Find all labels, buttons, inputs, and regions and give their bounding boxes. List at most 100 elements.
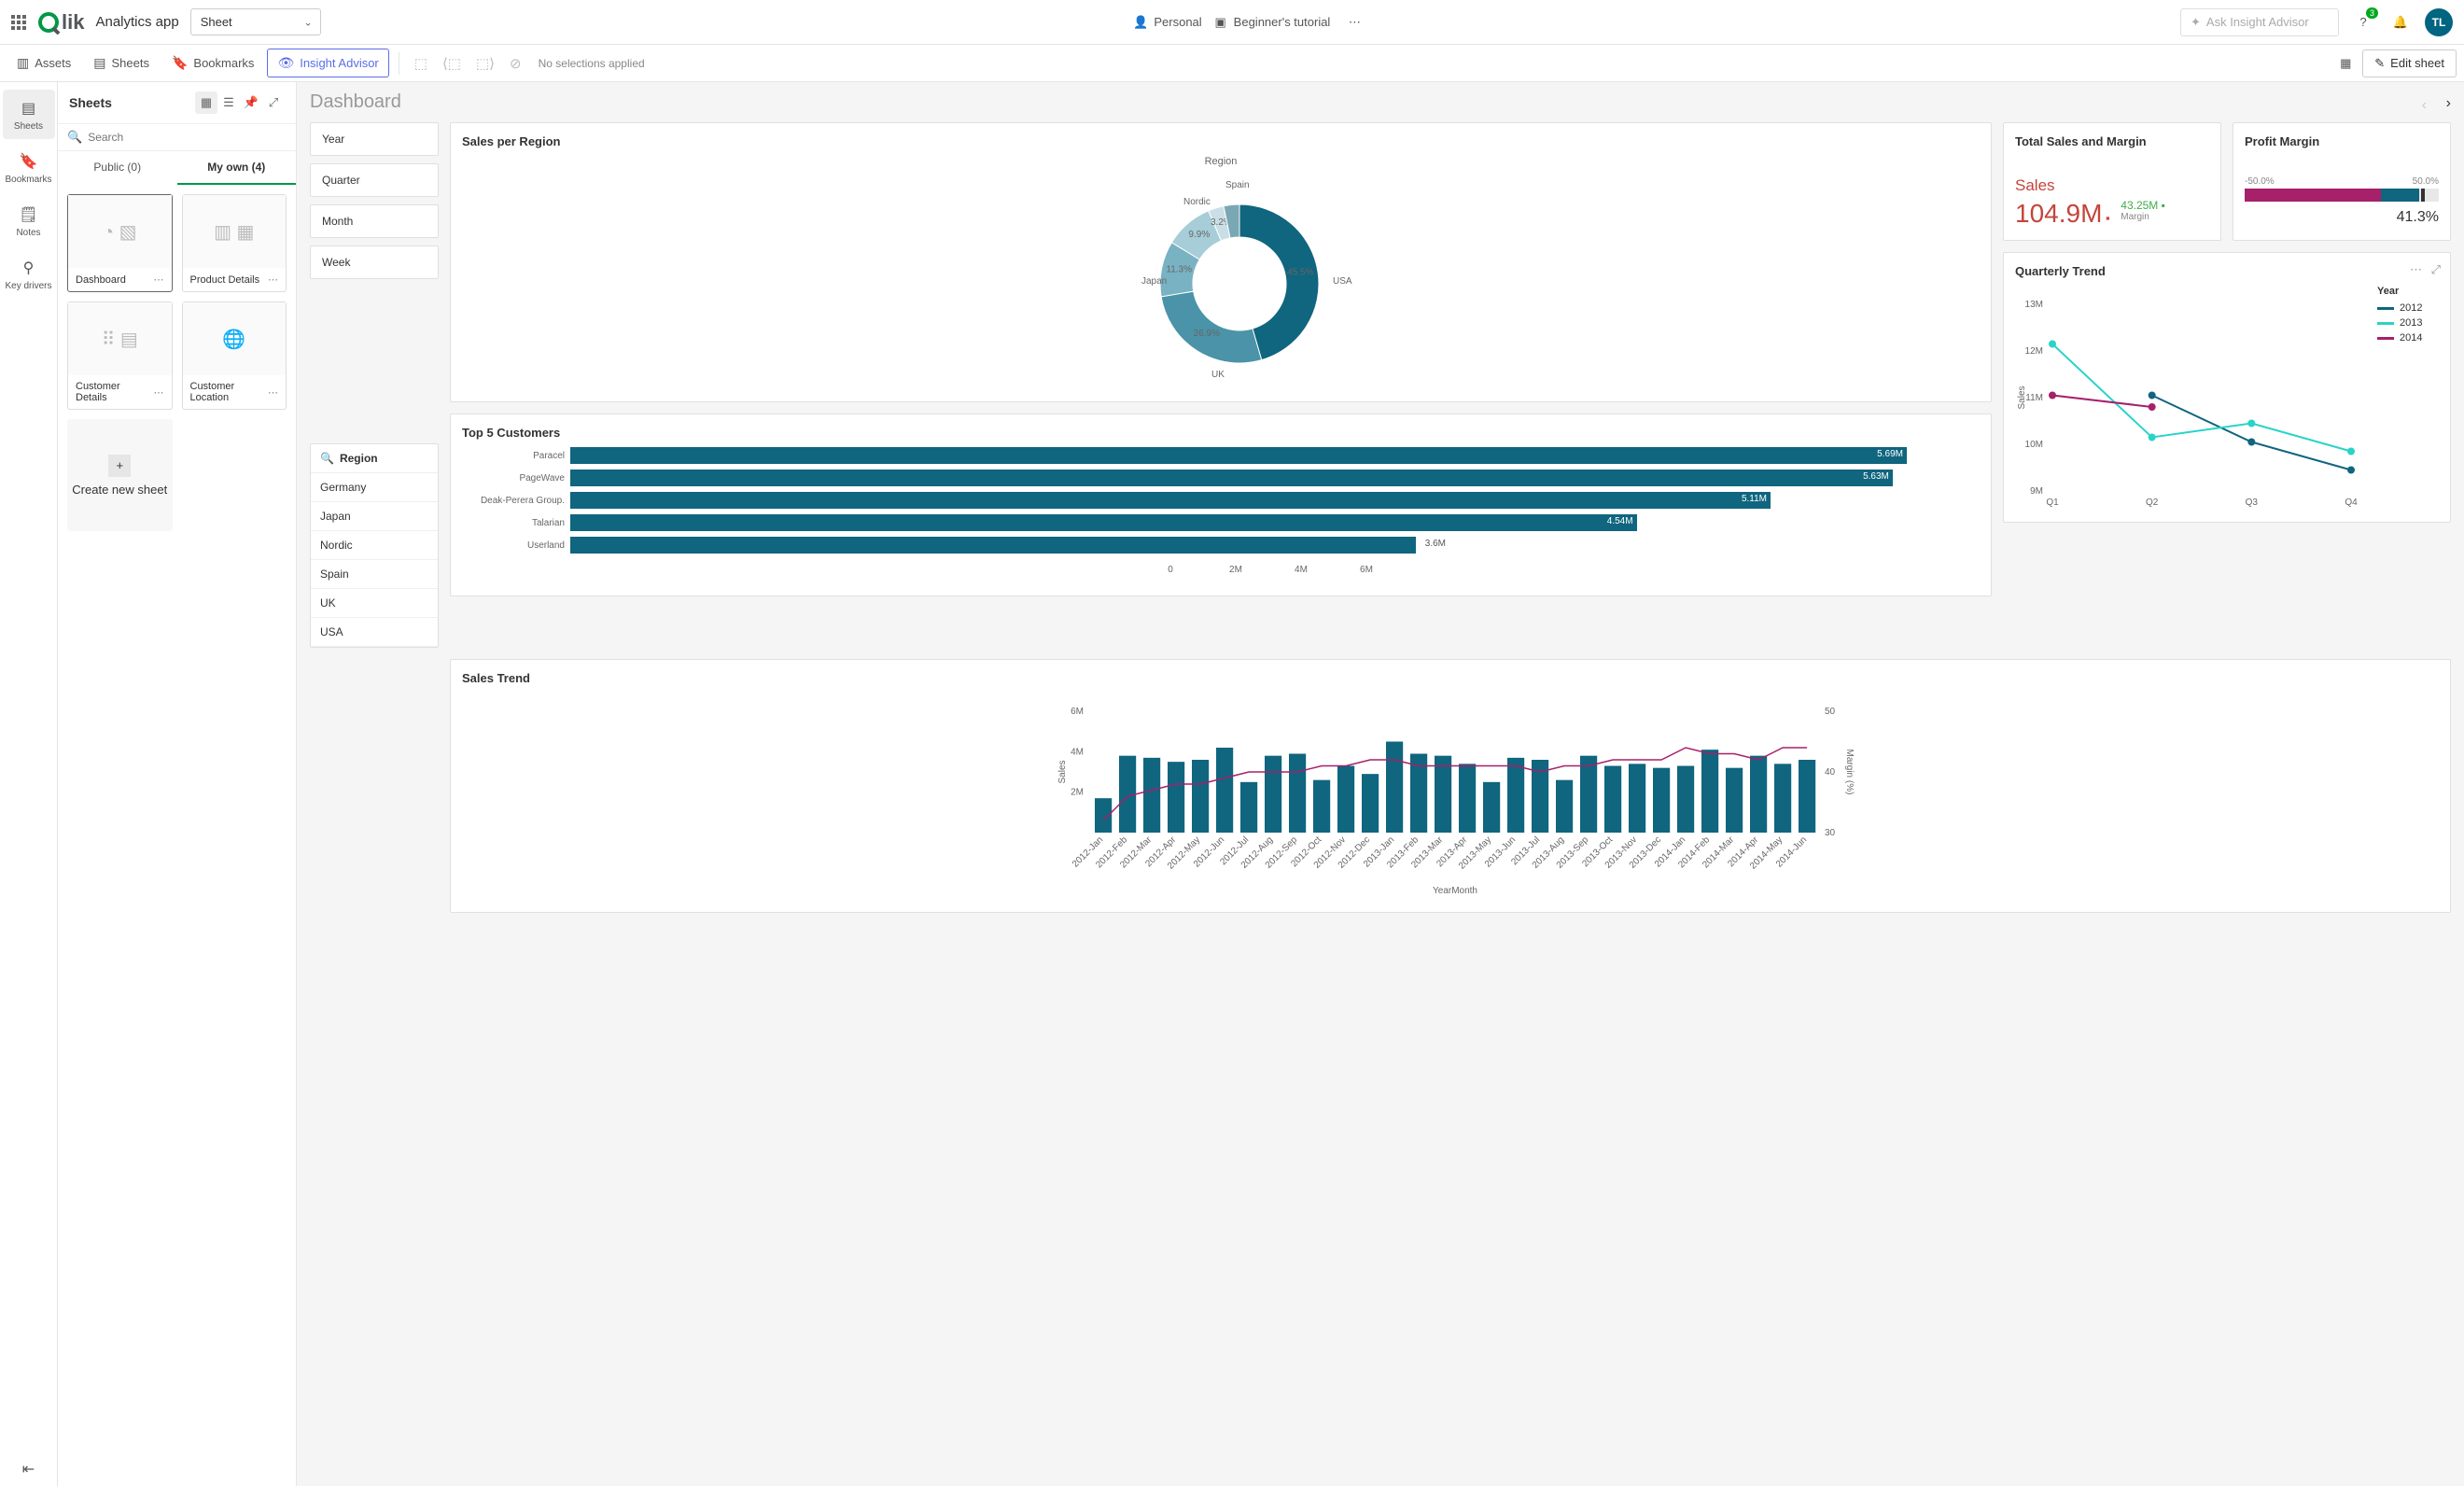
assets-tab[interactable]: ▥ Assets [7, 49, 80, 77]
thumb-preview: 🌐 [183, 302, 287, 375]
personal-button[interactable]: 👤 Personal [1133, 15, 1201, 30]
sheets-search[interactable]: 🔍 [58, 124, 296, 151]
region-item[interactable]: UK [311, 589, 438, 618]
svg-text:Q2: Q2 [2146, 498, 2159, 508]
thumb-dashboard[interactable]: ◔ ▧ Dashboard⋯ [67, 194, 173, 292]
sales-per-region-chart[interactable]: Sales per Region Region 45.5%26.9%11.3%9… [450, 122, 1992, 402]
week-filter[interactable]: Week [310, 245, 439, 279]
region-item[interactable]: Nordic [311, 531, 438, 560]
thumb-menu-icon[interactable]: ⋯ [154, 386, 164, 399]
assets-icon: ▥ [17, 55, 29, 71]
view-grid-icon[interactable]: ▦ [195, 91, 217, 114]
sales-trend-chart[interactable]: Sales Trend 2M4M6M3040502012-Jan2012-Feb… [450, 659, 2451, 913]
help-badge: 3 [2366, 7, 2378, 19]
tutorial-link[interactable]: ▣ Beginner's tutorial [1213, 15, 1331, 30]
collapse-rail-icon[interactable]: ⇤ [3, 1451, 55, 1486]
tab-my-own[interactable]: My own (4) [177, 151, 297, 185]
quarterly-trend-chart[interactable]: Quarterly Trend ⤢ ⋯ 9M10M11M12M13MQ1Q2Q3… [2003, 252, 2451, 523]
ask-insight-input[interactable]: ✦ Ask Insight Advisor [2180, 8, 2339, 36]
quarter-filter[interactable]: Quarter [310, 163, 439, 197]
thumb-menu-icon[interactable]: ⋯ [268, 386, 278, 399]
rail-bookmarks[interactable]: 🔖Bookmarks [3, 143, 55, 192]
step-forward-icon[interactable]: ⬚⟩ [470, 51, 500, 76]
sheets-tab[interactable]: ▤Sheets [84, 49, 159, 77]
thumb-product-details[interactable]: ▥ ▦ Product Details⋯ [182, 194, 287, 292]
app-launcher-icon[interactable] [11, 15, 26, 30]
month-filter[interactable]: Month [310, 204, 439, 238]
thumb-label: Product Details [190, 274, 269, 286]
chart-title: Quarterly Trend [2015, 264, 2439, 278]
app-name: Analytics app [95, 14, 178, 30]
create-sheet-button[interactable]: + Create new sheet [67, 419, 173, 531]
region-item[interactable]: Japan [311, 502, 438, 531]
pin-icon[interactable]: 📌 [240, 91, 262, 114]
kpi-value: 104.9M [2015, 199, 2102, 228]
chart-title: Total Sales and Margin [2015, 134, 2209, 148]
year-filter[interactable]: Year [310, 122, 439, 156]
view-list-icon[interactable]: ☰ [217, 91, 240, 114]
step-back-icon[interactable]: ⟨⬚ [437, 51, 467, 76]
svg-text:10M: 10M [2025, 440, 2043, 450]
svg-text:Sales: Sales [1057, 760, 1068, 783]
sheet-selector[interactable]: Sheet ⌄ [190, 8, 321, 35]
selection-tool-icon[interactable]: ⬚ [409, 51, 433, 76]
chart-legend-title: Region [462, 156, 1980, 167]
region-item[interactable]: Germany [311, 473, 438, 502]
create-sheet-label: Create new sheet [72, 483, 167, 497]
kpi-margin-label: Margin [2121, 212, 2165, 222]
svg-text:40: 40 [1825, 767, 1836, 778]
total-sales-margin-kpi[interactable]: Total Sales and Margin Sales 104.9M ▪ 43… [2003, 122, 2221, 241]
svg-text:45.5%: 45.5% [1287, 268, 1313, 278]
bell-icon[interactable]: 🔔 [2387, 9, 2414, 35]
bookmarks-tab[interactable]: 🔖Bookmarks [162, 49, 263, 77]
layout-icon[interactable]: ▦ [2332, 50, 2359, 77]
next-sheet-icon[interactable]: › [2446, 95, 2451, 112]
prev-sheet-icon[interactable]: ‹ [2422, 97, 2427, 114]
region-item[interactable]: USA [311, 618, 438, 647]
legend-title: Year [2377, 286, 2422, 297]
chart-menu-icon[interactable]: ⋯ [2410, 262, 2422, 277]
user-avatar[interactable]: TL [2425, 8, 2453, 36]
key-icon: ⚲ [23, 259, 35, 277]
svg-text:Q1: Q1 [2046, 498, 2059, 508]
assets-label: Assets [35, 56, 71, 70]
top5-customers-chart[interactable]: Top 5 Customers Paracel5.69MPageWave5.63… [450, 414, 1992, 596]
clear-selection-icon[interactable]: ⊘ [504, 51, 527, 76]
svg-text:4M: 4M [1071, 747, 1084, 757]
qlik-logo[interactable]: lik [37, 10, 84, 35]
thumb-menu-icon[interactable]: ⋯ [154, 273, 164, 286]
rail-sheets[interactable]: ▤Sheets [3, 90, 55, 139]
sheets-label: Sheets [111, 56, 148, 70]
expand-icon[interactable]: ⤢ [262, 91, 285, 114]
rail-notes[interactable]: 🗒Notes [3, 196, 55, 245]
profit-margin-chart[interactable]: Profit Margin -50.0% 50.0% 41.3% [2233, 122, 2451, 241]
rail-notes-label: Notes [16, 228, 40, 238]
thumb-menu-icon[interactable]: ⋯ [268, 273, 278, 286]
insight-advisor-tab[interactable]: 👁Insight Advisor [267, 49, 388, 77]
expand-icon[interactable]: ⤢ [2431, 262, 2441, 277]
help-icon[interactable]: ?3 [2350, 9, 2376, 35]
svg-text:YearMonth: YearMonth [1433, 886, 1477, 896]
svg-text:2M: 2M [1071, 788, 1084, 798]
ask-placeholder: Ask Insight Advisor [2206, 15, 2309, 29]
svg-text:Japan: Japan [1141, 276, 1167, 287]
svg-text:30: 30 [1825, 828, 1836, 838]
svg-text:9.9%: 9.9% [1188, 230, 1210, 240]
svg-text:12M: 12M [2025, 346, 2043, 357]
thumb-customer-location[interactable]: 🌐 Customer Location⋯ [182, 301, 287, 410]
search-input[interactable] [88, 131, 287, 144]
more-icon[interactable]: ⋯ [1341, 9, 1367, 35]
svg-text:11.3%: 11.3% [1166, 264, 1192, 274]
edit-sheet-button[interactable]: ✎Edit sheet [2362, 49, 2457, 77]
svg-text:13M: 13M [2025, 300, 2043, 310]
insight-label: Insight Advisor [300, 56, 379, 70]
bookmark-icon: 🔖 [172, 55, 188, 71]
thumb-customer-details[interactable]: ⠿ ▤ Customer Details⋯ [67, 301, 173, 410]
region-filter-pane: 🔍Region GermanyJapanNordicSpainUKUSA [310, 443, 439, 648]
region-item[interactable]: Spain [311, 560, 438, 589]
left-rail: ▤Sheets 🔖Bookmarks 🗒Notes ⚲Key drivers ⇤ [0, 82, 58, 1486]
rail-drivers[interactable]: ⚲Key drivers [3, 249, 55, 299]
plus-icon: + [108, 455, 131, 477]
toolbar: ▥ Assets ▤Sheets 🔖Bookmarks 👁Insight Advi… [0, 45, 2464, 82]
tab-public[interactable]: Public (0) [58, 151, 177, 185]
